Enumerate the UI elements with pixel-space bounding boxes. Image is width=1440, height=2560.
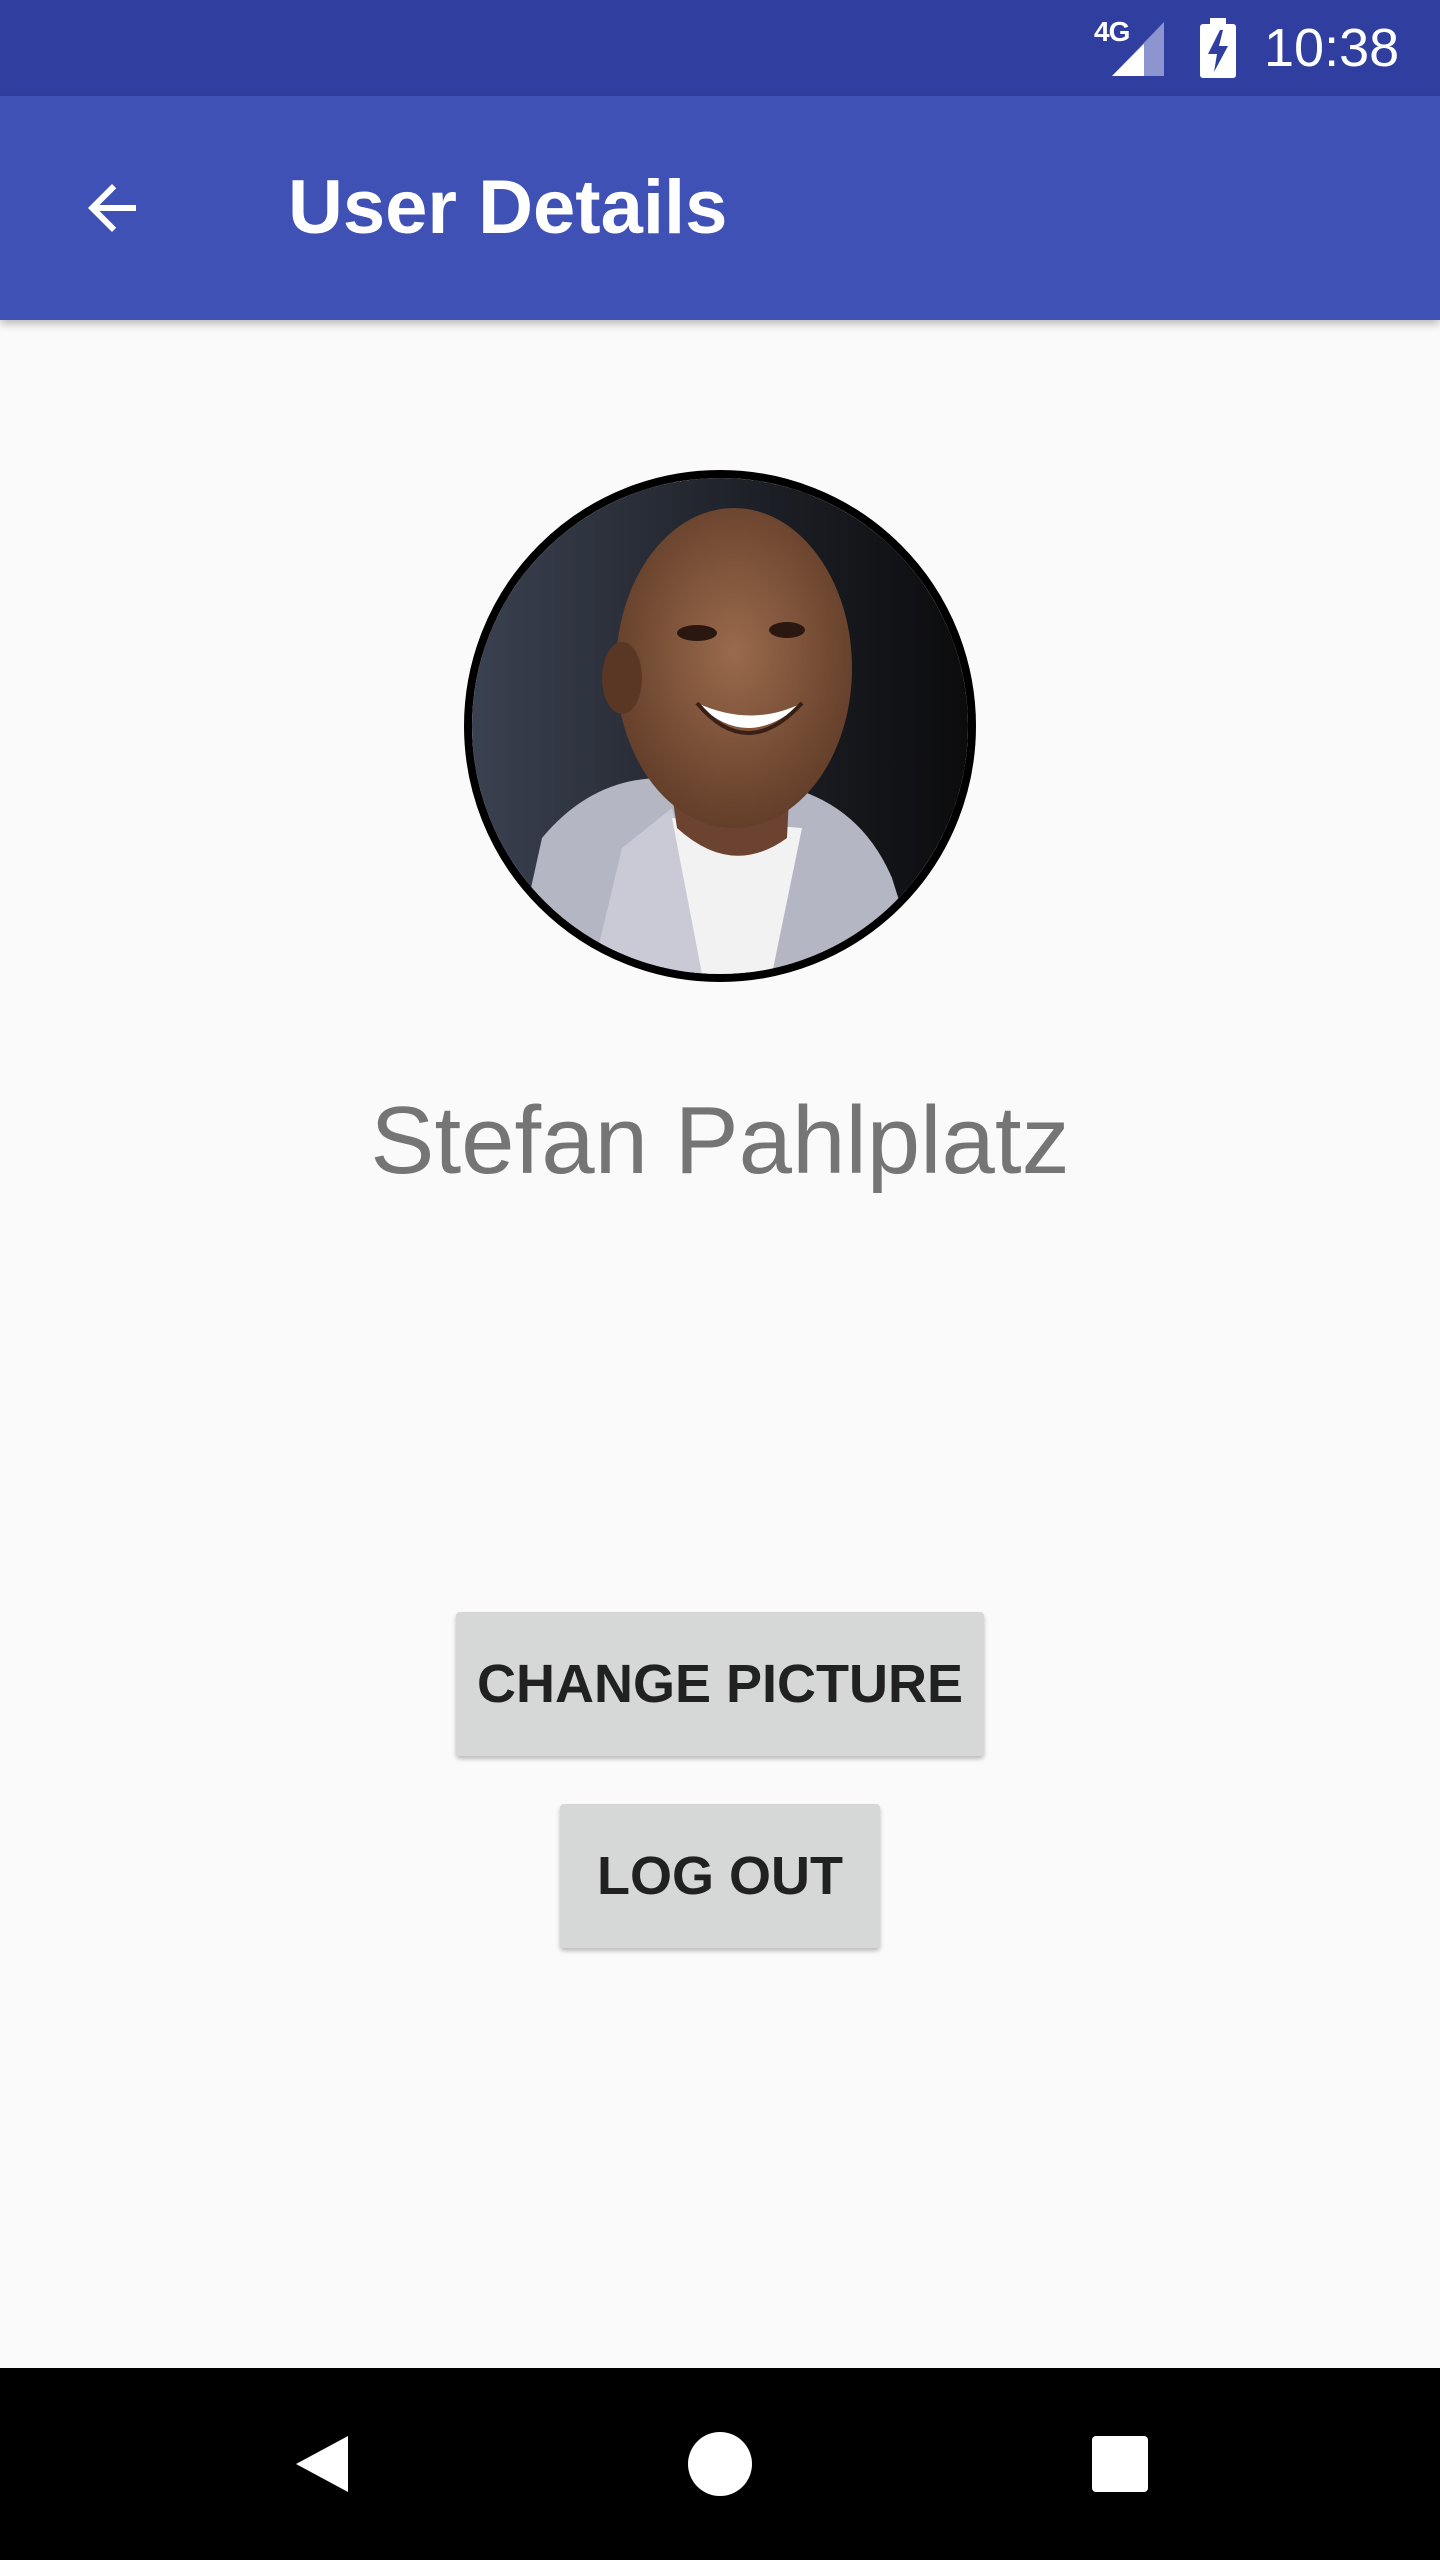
nav-recents-button[interactable] bbox=[1072, 2416, 1168, 2512]
avatar bbox=[464, 470, 976, 982]
app-bar: User Details bbox=[0, 96, 1440, 320]
change-picture-button[interactable]: CHANGE PICTURE bbox=[456, 1612, 984, 1756]
triangle-back-icon bbox=[296, 2436, 348, 2492]
profile-photo bbox=[472, 478, 968, 974]
user-name: Stefan Pahlplatz bbox=[370, 1087, 1070, 1194]
nav-home-button[interactable] bbox=[672, 2416, 768, 2512]
square-recents-icon bbox=[1092, 2436, 1148, 2492]
page-title: User Details bbox=[288, 165, 728, 250]
nav-back-button[interactable] bbox=[274, 2416, 370, 2512]
circle-home-icon bbox=[688, 2432, 752, 2496]
status-bar: 4G 10:38 bbox=[0, 0, 1440, 96]
back-button[interactable] bbox=[56, 152, 168, 264]
status-time: 10:38 bbox=[1264, 18, 1400, 78]
battery-charging-icon bbox=[1200, 18, 1236, 78]
system-nav-bar bbox=[0, 2368, 1440, 2560]
logout-button[interactable]: LOG OUT bbox=[560, 1804, 880, 1948]
arrow-left-icon bbox=[88, 184, 136, 232]
network-type-label: 4G bbox=[1094, 16, 1130, 47]
